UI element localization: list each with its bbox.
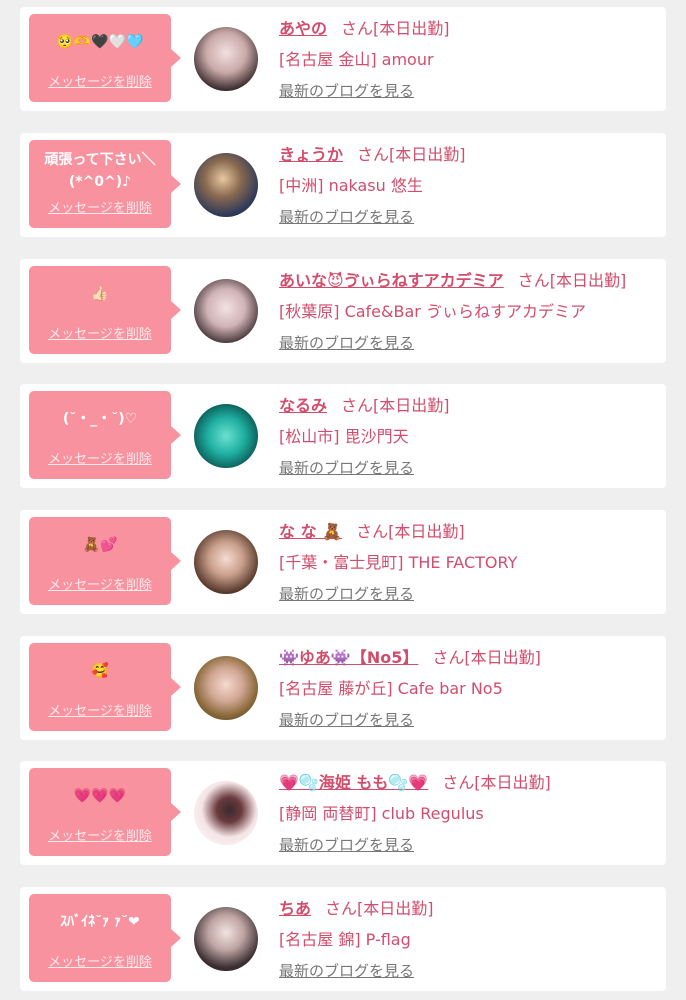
honorific: さん <box>517 271 550 290</box>
name-line: ちあ さん[本日出勤] <box>279 895 434 919</box>
message-bubble: 👍🏻 メッセージを削除 <box>29 266 181 354</box>
message-text: 🥺🫶🖤🤍🩵 <box>56 34 144 50</box>
message-text: 🥰 <box>91 663 109 679</box>
name-line: あやの さん[本日出勤] <box>279 15 450 39</box>
delete-message-link[interactable]: メッセージを削除 <box>29 951 171 970</box>
latest-blog-link[interactable]: 最新のブログを見る <box>279 834 414 855</box>
delete-message-link[interactable]: メッセージを削除 <box>29 71 171 90</box>
cast-name-link[interactable]: な な 🧸 <box>279 522 342 541</box>
shop-info: [千葉・富士見町] THE FACTORY <box>279 553 518 572</box>
message-bubble: 🥺🫶🖤🤍🩵 メッセージを削除 <box>29 14 181 102</box>
delete-message-link[interactable]: メッセージを削除 <box>29 574 171 593</box>
honorific: さん <box>442 773 475 792</box>
favorite-card: 🥰 メッセージを削除 👾ゆあ👾【No5】 さん[本日出勤] [名古屋 藤が丘] C… <box>20 636 666 740</box>
message-bubble: 💗💗💗 メッセージを削除 <box>29 768 181 856</box>
name-line: なるみ さん[本日出勤] <box>279 392 450 416</box>
message-bubble: 🥰 メッセージを削除 <box>29 643 181 731</box>
avatar[interactable] <box>194 404 258 468</box>
latest-blog-link[interactable]: 最新のブログを見る <box>279 457 414 478</box>
delete-message-link[interactable]: メッセージを削除 <box>29 825 171 844</box>
name-line: 💗🫧海姫 もも🫧💗 さん[本日出勤] <box>279 769 551 793</box>
message-bubble: 頑張って下さい＼ (*^0^)♪ メッセージを削除 <box>29 140 181 228</box>
cast-name-link[interactable]: 💗🫧海姫 もも🫧💗 <box>279 773 428 792</box>
favorite-card: (˘・_・˘)♡ メッセージを削除 なるみ さん[本日出勤] [松山市] 毘沙門天… <box>20 384 666 488</box>
message-text: (˘・_・˘)♡ <box>62 411 138 427</box>
latest-blog-link[interactable]: 最新のブログを見る <box>279 80 414 101</box>
message-text: 頑張って下さい＼ (*^0^)♪ <box>44 152 156 190</box>
honorific: さん <box>356 522 389 541</box>
shop-info: [名古屋 藤が丘] Cafe bar No5 <box>279 679 503 698</box>
avatar[interactable] <box>194 656 258 720</box>
delete-message-link[interactable]: メッセージを削除 <box>29 700 171 719</box>
latest-blog-link[interactable]: 最新のブログを見る <box>279 583 414 604</box>
shop-info: [名古屋 錦] P-flag <box>279 930 411 949</box>
honorific: さん <box>341 396 374 415</box>
latest-blog-link[interactable]: 最新のブログを見る <box>279 709 414 730</box>
name-line: きょうか さん[本日出勤] <box>279 141 466 165</box>
cast-name-link[interactable]: あやの <box>279 19 327 38</box>
shop-info: [名古屋 金山] amour <box>279 50 434 69</box>
honorific: さん <box>357 145 390 164</box>
favorite-card: ｽﾊﾞｲﾈ˘ｧ ｧ˘❤ メッセージを削除 ちあ さん[本日出勤] [名古屋 錦] … <box>20 887 666 991</box>
message-text: ｽﾊﾞｲﾈ˘ｧ ｧ˘❤ <box>60 914 140 930</box>
name-line: あいな😈ゔぃらねすアカデミア さん[本日出勤] <box>279 267 626 291</box>
latest-blog-link[interactable]: 最新のブログを見る <box>279 206 414 227</box>
cast-name-link[interactable]: ちあ <box>279 899 311 918</box>
status-text: [本日出勤] <box>474 773 551 792</box>
latest-blog-link[interactable]: 最新のブログを見る <box>279 332 414 353</box>
favorite-card: 💗💗💗 メッセージを削除 💗🫧海姫 もも🫧💗 さん[本日出勤] [静岡 両替町] … <box>20 761 666 865</box>
favorite-card: 頑張って下さい＼ (*^0^)♪ メッセージを削除 きょうか さん[本日出勤] [… <box>20 133 666 237</box>
shop-info: [中洲] nakasu 悠生 <box>279 176 423 195</box>
shop-info: [松山市] 毘沙門天 <box>279 427 409 446</box>
message-text: 💗💗💗 <box>73 788 127 804</box>
name-line: な な 🧸 さん[本日出勤] <box>279 518 465 542</box>
message-bubble: 🧸💕 メッセージを削除 <box>29 517 181 605</box>
favorite-card: 👍🏻 メッセージを削除 あいな😈ゔぃらねすアカデミア さん[本日出勤] [秋葉原]… <box>20 259 666 363</box>
message-text: 👍🏻 <box>91 286 109 302</box>
delete-message-link[interactable]: メッセージを削除 <box>29 197 171 216</box>
avatar[interactable] <box>194 907 258 971</box>
status-text: [本日出勤] <box>388 522 465 541</box>
honorific: さん <box>341 19 374 38</box>
cast-name-link[interactable]: なるみ <box>279 396 327 415</box>
favorite-card: 🧸💕 メッセージを削除 な な 🧸 さん[本日出勤] [千葉・富士見町] THE … <box>20 510 666 614</box>
cast-name-link[interactable]: あいな😈ゔぃらねすアカデミア <box>279 271 504 290</box>
honorific: さん <box>432 648 465 667</box>
name-line: 👾ゆあ👾【No5】 さん[本日出勤] <box>279 644 541 668</box>
cast-name-link[interactable]: 👾ゆあ👾【No5】 <box>279 648 418 667</box>
status-text: [本日出勤] <box>373 19 450 38</box>
latest-blog-link[interactable]: 最新のブログを見る <box>279 960 414 981</box>
delete-message-link[interactable]: メッセージを削除 <box>29 323 171 342</box>
message-bubble: ｽﾊﾞｲﾈ˘ｧ ｧ˘❤ メッセージを削除 <box>29 894 181 982</box>
shop-info: [秋葉原] Cafe&Bar ゔぃらねすアカデミア <box>279 302 586 321</box>
cast-name-link[interactable]: きょうか <box>279 145 343 164</box>
delete-message-link[interactable]: メッセージを削除 <box>29 448 171 467</box>
shop-info: [静岡 両替町] club Regulus <box>279 804 484 823</box>
message-text: 🧸💕 <box>82 537 118 553</box>
status-text: [本日出勤] <box>373 396 450 415</box>
status-text: [本日出勤] <box>549 271 627 290</box>
status-text: [本日出勤] <box>389 145 466 164</box>
message-bubble: (˘・_・˘)♡ メッセージを削除 <box>29 391 181 479</box>
status-text: [本日出勤] <box>357 899 434 918</box>
avatar[interactable] <box>194 530 258 594</box>
avatar[interactable] <box>194 279 258 343</box>
avatar[interactable] <box>194 781 258 845</box>
avatar[interactable] <box>194 153 258 217</box>
honorific: さん <box>325 899 358 918</box>
avatar[interactable] <box>194 27 258 91</box>
status-text: [本日出勤] <box>464 648 541 667</box>
favorite-card: 🥺🫶🖤🤍🩵 メッセージを削除 あやの さん[本日出勤] [名古屋 金山] amou… <box>20 7 666 111</box>
